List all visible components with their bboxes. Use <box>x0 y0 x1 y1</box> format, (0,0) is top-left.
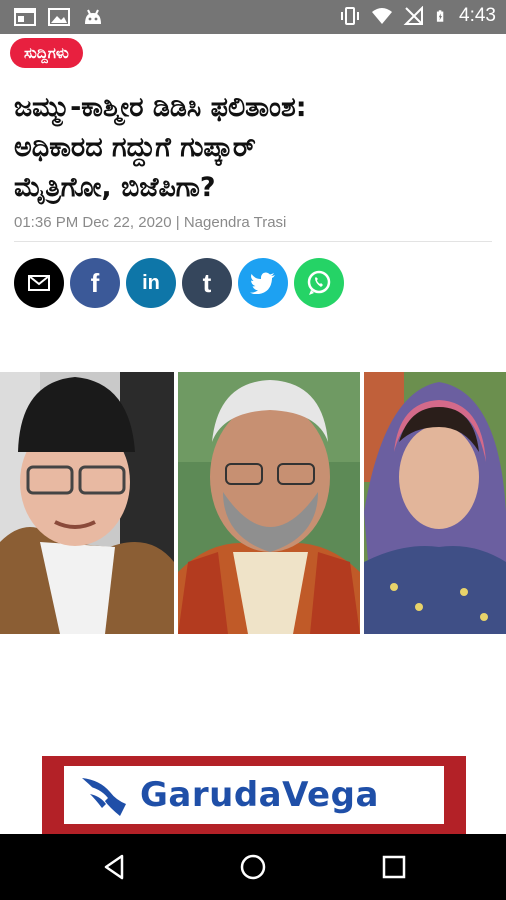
share-facebook-button[interactable]: f <box>70 258 120 308</box>
garuda-wing-logo-icon <box>82 778 126 816</box>
browser-window-icon <box>14 8 36 26</box>
back-button[interactable] <box>98 851 130 883</box>
share-tumblr-button[interactable]: t <box>182 258 232 308</box>
facebook-icon: f <box>90 267 100 298</box>
portrait-image-1 <box>0 372 174 634</box>
status-time: 4:43 <box>459 5 496 26</box>
tumblr-icon: t <box>202 267 212 298</box>
portrait-image-3 <box>364 372 506 634</box>
recents-button[interactable] <box>378 851 410 883</box>
wifi-icon <box>372 8 393 24</box>
ad-brand-text: GarudaVega <box>140 775 379 815</box>
share-twitter-button[interactable] <box>238 258 288 308</box>
article-byline: 01:36 PM Dec 22, 2020 | Nagendra Trasi <box>14 214 287 231</box>
portrait-image-2 <box>178 372 360 634</box>
no-signal-icon <box>403 6 424 25</box>
linkedin-icon: in <box>142 271 160 294</box>
divider <box>14 241 492 242</box>
android-icon <box>85 9 101 24</box>
email-icon <box>28 275 50 291</box>
share-email-button[interactable] <box>14 258 64 308</box>
headline-line: ಮೈತ್ರಿಗೋ, ಬಿಜೆಪಿಗಾ? <box>14 172 216 203</box>
headline-line: ಅಧಿಕಾರದ ಗದ್ದುಗೆ ಗುಪ್ಕಾರ್ <box>14 132 256 163</box>
image-icon <box>48 8 70 26</box>
share-linkedin-button[interactable]: in <box>126 258 176 308</box>
category-pill[interactable]: ಸುದ್ದಿಗಳು <box>10 38 83 68</box>
ad-banner[interactable]: GarudaVega <box>42 756 466 834</box>
vibrate-icon <box>341 7 360 25</box>
article-headline: ಜಮ್ಮು-ಕಾಶ್ಮೀರ ಡಿಡಿಸಿ ಫಲಿತಾಂಶ: ಅಧಿಕಾರದ ಗದ… <box>14 88 494 208</box>
status-bar: 4:43 <box>0 0 506 34</box>
share-whatsapp-button[interactable] <box>294 258 344 308</box>
headline-line: ಜಮ್ಮು-ಕಾಶ್ಮೀರ ಡಿಡಿಸಿ ಫಲಿತಾಂಶ: <box>14 92 307 123</box>
battery-icon <box>436 10 444 22</box>
whatsapp-icon <box>307 270 331 295</box>
article-hero-image <box>0 372 506 634</box>
home-button[interactable] <box>237 851 269 883</box>
ad-inner: GarudaVega <box>64 766 444 824</box>
twitter-icon <box>250 272 275 294</box>
navigation-bar <box>0 834 506 900</box>
share-row: f in t <box>14 258 344 308</box>
